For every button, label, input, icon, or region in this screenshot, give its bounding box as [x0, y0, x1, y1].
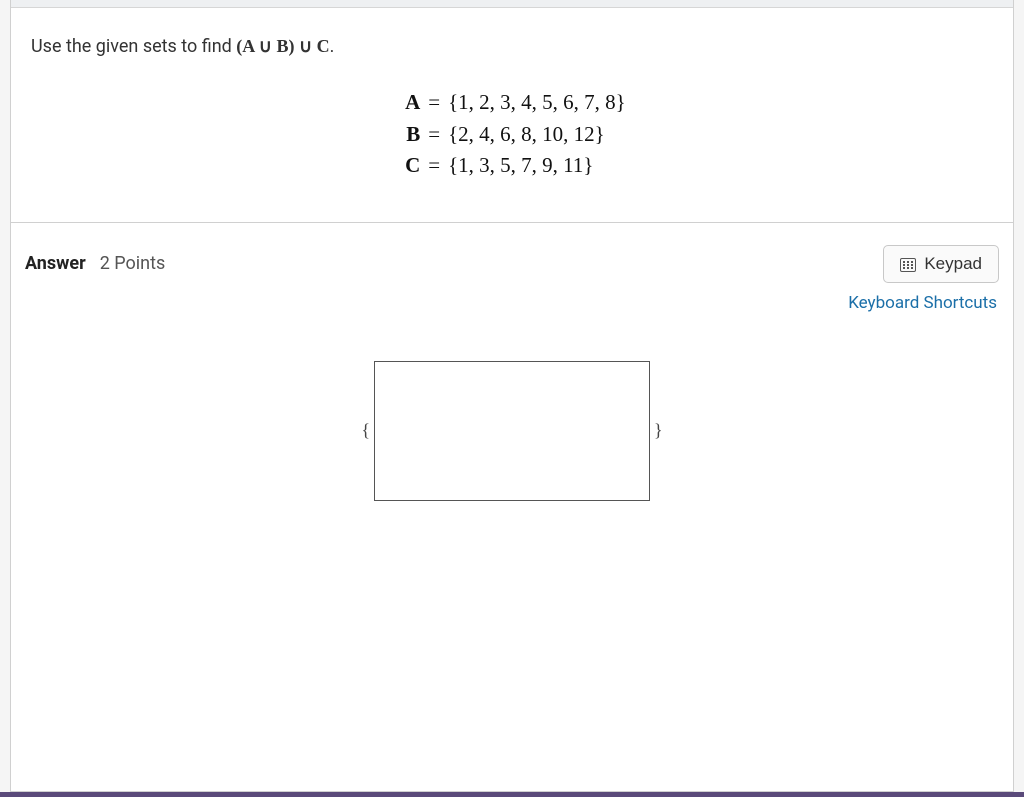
set-name: A	[398, 87, 420, 119]
prompt-expression: (A ∪ B) ∪ C	[236, 36, 329, 56]
set-value: {1, 2, 3, 4, 5, 6, 7, 8}	[448, 87, 626, 119]
set-row: C = {1, 3, 5, 7, 9, 11}	[398, 150, 626, 182]
right-brace: }	[654, 420, 663, 441]
shortcuts-link-wrapper: Keyboard Shortcuts	[25, 293, 997, 313]
answer-left: Answer 2 Points	[25, 253, 165, 274]
top-bar	[11, 0, 1013, 8]
page-container: Use the given sets to find (A ∪ B) ∪ C. …	[10, 0, 1014, 792]
bottom-strip	[0, 792, 1024, 797]
set-row: A = {1, 2, 3, 4, 5, 6, 7, 8}	[398, 87, 626, 119]
answer-header: Answer 2 Points	[25, 245, 999, 283]
set-value: {1, 3, 5, 7, 9, 11}	[448, 150, 593, 182]
keyboard-shortcuts-link[interactable]: Keyboard Shortcuts	[848, 293, 997, 313]
prompt-suffix: .	[330, 36, 335, 57]
sets-inner: A = {1, 2, 3, 4, 5, 6, 7, 8} B = {2, 4, …	[398, 87, 626, 182]
answer-section: Answer 2 Points	[11, 223, 1013, 521]
set-name: B	[398, 119, 420, 151]
answer-label: Answer	[25, 253, 86, 274]
equals-sign: =	[420, 87, 448, 119]
keypad-button[interactable]: Keypad	[883, 245, 999, 283]
equals-sign: =	[420, 150, 448, 182]
set-name: C	[398, 150, 420, 182]
question-block: Use the given sets to find (A ∪ B) ∪ C. …	[11, 8, 1013, 223]
left-brace: {	[361, 420, 370, 441]
set-row: B = {2, 4, 6, 8, 10, 12}	[398, 119, 626, 151]
equals-sign: =	[420, 119, 448, 151]
input-wrapper: { }	[25, 361, 999, 501]
input-row: { }	[361, 361, 662, 501]
prompt-prefix: Use the given sets to find	[31, 36, 236, 57]
keypad-icon	[900, 257, 916, 271]
points-label: 2 Points	[100, 253, 166, 274]
keypad-label: Keypad	[924, 254, 982, 274]
answer-input[interactable]	[374, 361, 650, 501]
sets-block: A = {1, 2, 3, 4, 5, 6, 7, 8} B = {2, 4, …	[31, 87, 993, 182]
question-prompt: Use the given sets to find (A ∪ B) ∪ C.	[31, 36, 993, 57]
set-value: {2, 4, 6, 8, 10, 12}	[448, 119, 605, 151]
